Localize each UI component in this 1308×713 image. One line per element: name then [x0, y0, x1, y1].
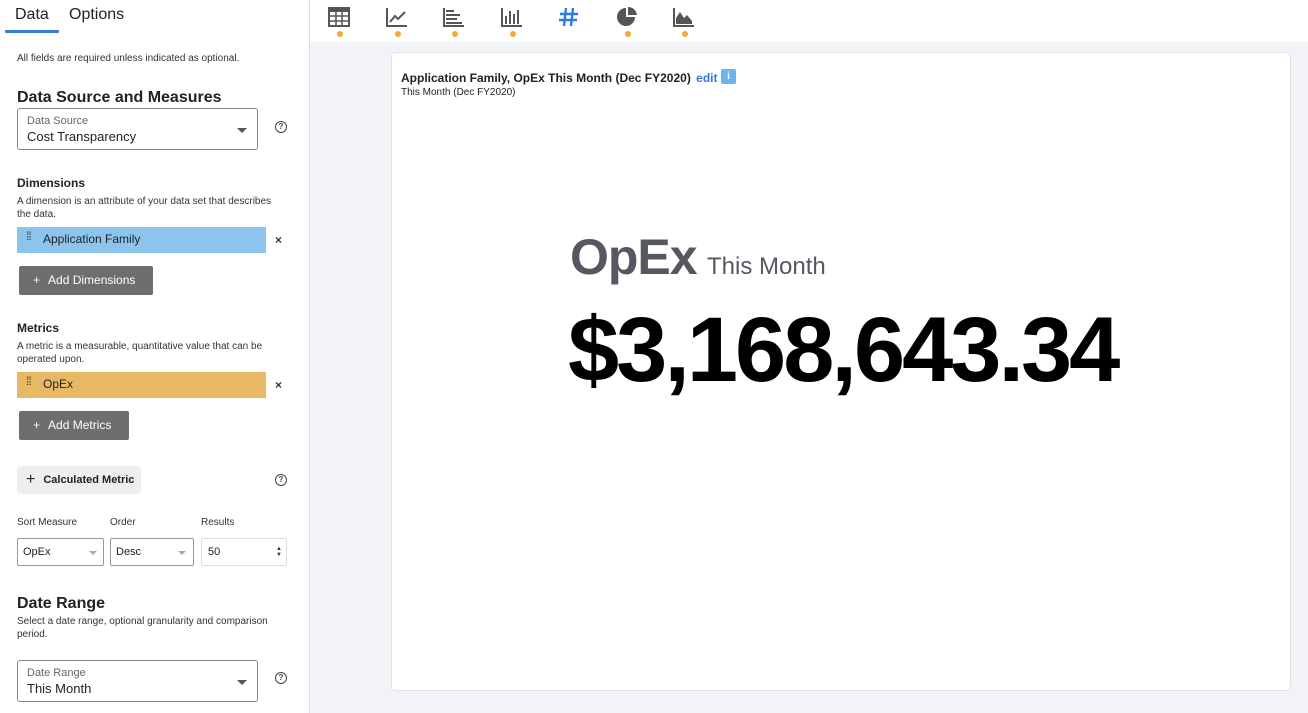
- sort-measure-value: OpEx: [23, 546, 51, 558]
- pie-chart-icon: [617, 6, 637, 26]
- add-metrics-button[interactable]: + Add Metrics: [19, 411, 129, 440]
- card-title-text: Application Family, OpEx This Month (Dec…: [401, 71, 691, 85]
- chevron-down-icon: [237, 128, 247, 133]
- results-input[interactable]: 50 ▲ ▼: [201, 538, 287, 566]
- kpi-metric-name: OpEx: [570, 229, 698, 285]
- table-view-button[interactable]: [327, 6, 351, 37]
- kpi-period: This Month: [707, 253, 826, 280]
- plus-icon: +: [26, 471, 36, 488]
- sort-measure-select[interactable]: OpEx: [17, 538, 104, 566]
- remove-dimension-icon[interactable]: ×: [275, 233, 282, 247]
- data-source-value: Cost Transparency: [27, 129, 137, 144]
- status-dot: [510, 31, 516, 37]
- tab-options[interactable]: Options: [69, 6, 124, 24]
- line-chart-button[interactable]: [385, 6, 409, 37]
- help-icon[interactable]: ?: [275, 474, 287, 486]
- area-chart-button[interactable]: [672, 6, 696, 37]
- data-source-heading: Data Source and Measures: [17, 89, 222, 106]
- date-range-description: Select a date range, optional granularit…: [17, 616, 268, 640]
- left-panel: Data Options All fields are required unl…: [0, 0, 310, 713]
- date-range-label: Date Range: [27, 667, 86, 679]
- date-range-value: This Month: [27, 681, 92, 696]
- required-note: All fields are required unless indicated…: [17, 53, 240, 64]
- card-subtitle: This Month (Dec FY2020): [401, 87, 516, 98]
- plus-icon: +: [33, 273, 41, 287]
- add-dimensions-label: Add Dimensions: [48, 273, 136, 287]
- dimensions-heading: Dimensions: [17, 176, 86, 190]
- drag-handle-icon[interactable]: ⁞⁞: [26, 230, 32, 242]
- status-dot: [682, 31, 688, 37]
- info-icon[interactable]: i: [721, 69, 736, 84]
- number-icon: [559, 7, 578, 27]
- remove-metric-icon[interactable]: ×: [275, 378, 282, 392]
- chevron-down-icon: [178, 551, 186, 555]
- active-tab-indicator: [5, 30, 59, 33]
- order-select[interactable]: Desc: [110, 538, 194, 566]
- results-label: Results: [201, 517, 235, 528]
- pie-chart-button[interactable]: [615, 6, 639, 37]
- order-label: Order: [110, 517, 136, 528]
- add-metrics-label: Add Metrics: [48, 418, 112, 432]
- panel-tabs: Data Options: [0, 0, 309, 34]
- vertical-bar-chart-button[interactable]: [500, 6, 524, 37]
- help-icon[interactable]: ?: [275, 672, 287, 684]
- plus-icon: +: [33, 418, 41, 432]
- dimensions-description: A dimension is an attribute of your data…: [17, 196, 272, 220]
- metric-label: OpEx: [43, 377, 74, 391]
- table-icon: [328, 7, 350, 27]
- kpi-value: $3,168,643.34: [568, 299, 1120, 401]
- sort-measure-label: Sort Measure: [17, 517, 78, 528]
- horizontal-bar-chart-button[interactable]: [442, 6, 466, 37]
- status-dot: [337, 31, 343, 37]
- metric-pill[interactable]: ⁞⁞ OpEx: [17, 372, 266, 398]
- status-dot: [395, 31, 401, 37]
- dimension-pill[interactable]: ⁞⁞ Application Family: [17, 227, 266, 253]
- metrics-description: A metric is a measurable, quantitative v…: [17, 341, 263, 365]
- horizontal-bar-icon: [443, 8, 464, 27]
- chart-type-toolbar: [310, 0, 1308, 42]
- card-title: Application Family, OpEx This Month (Dec…: [401, 71, 718, 85]
- calculated-metric-label: Calculated Metric: [43, 474, 135, 486]
- chevron-down-icon: [89, 551, 97, 555]
- data-source-select[interactable]: Data Source Cost Transparency: [17, 108, 258, 150]
- add-dimensions-button[interactable]: + Add Dimensions: [19, 266, 153, 295]
- dimension-label: Application Family: [43, 232, 141, 246]
- drag-handle-icon[interactable]: ⁞⁞: [26, 375, 32, 387]
- calculated-metric-button[interactable]: + Calculated Metric: [17, 466, 141, 494]
- date-range-heading: Date Range: [17, 595, 106, 612]
- help-icon[interactable]: ?: [275, 121, 287, 133]
- status-dot: [625, 31, 631, 37]
- status-dot: [452, 31, 458, 37]
- order-value: Desc: [116, 546, 142, 558]
- edit-title-link[interactable]: edit: [696, 71, 717, 85]
- date-range-select[interactable]: Date Range This Month: [17, 660, 258, 702]
- results-value: 50: [208, 546, 221, 558]
- spinner-arrows-icon[interactable]: ▲ ▼: [276, 546, 282, 558]
- metrics-heading: Metrics: [17, 321, 60, 335]
- tab-data[interactable]: Data: [15, 6, 49, 24]
- kpi-card: Application Family, OpEx This Month (Dec…: [391, 52, 1291, 691]
- number-view-button[interactable]: [557, 6, 581, 34]
- chevron-down-icon: [237, 680, 247, 685]
- data-source-label: Data Source: [27, 115, 89, 127]
- vertical-bar-icon: [501, 8, 522, 27]
- area-chart-icon: [673, 8, 694, 27]
- line-chart-icon: [386, 8, 407, 27]
